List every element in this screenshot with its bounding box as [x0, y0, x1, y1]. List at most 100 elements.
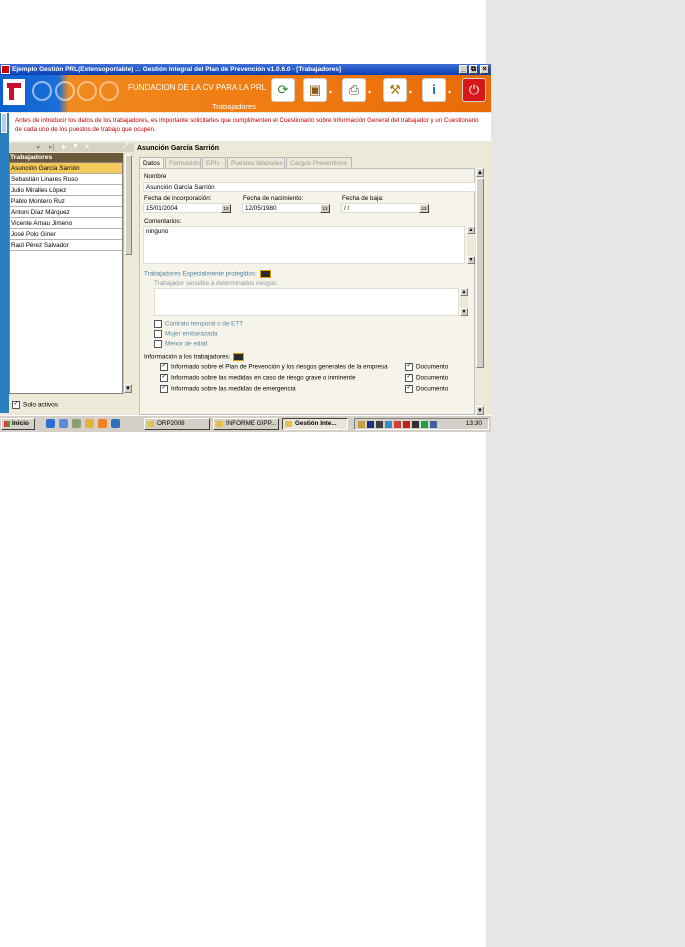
menor-checkbox[interactable]	[154, 340, 162, 348]
briefcase-icon[interactable]: ▣	[303, 78, 327, 102]
decor-circle-icon	[99, 81, 119, 101]
documento-option[interactable]: ✓ Documento	[405, 385, 448, 393]
tab-cargos-preventivos[interactable]: Cargos Preventivos	[286, 157, 352, 168]
info-icon[interactable]: i	[422, 78, 446, 102]
nav-next-icon[interactable]: ▸|	[49, 143, 54, 151]
folder-icon[interactable]	[85, 419, 94, 428]
info-item[interactable]: ✓ Informado sobre las medidas en caso de …	[160, 374, 355, 382]
add-icon[interactable]: +	[61, 142, 66, 152]
restore-button[interactable]: ⧉	[469, 65, 478, 74]
tab-epis[interactable]: EPIs	[202, 157, 226, 168]
minimize-button[interactable]: _	[459, 65, 468, 74]
tab-datos[interactable]: Datos	[139, 157, 164, 168]
comentarios-field[interactable]: ninguno	[143, 226, 465, 264]
documento-checkbox[interactable]: ✓	[405, 385, 413, 393]
tray-app-icon[interactable]	[421, 421, 428, 428]
embarazada-checkbox[interactable]	[154, 330, 162, 338]
open-detail-icon[interactable]	[259, 270, 271, 278]
list-item[interactable]: Pablo Montero Ruz	[10, 196, 122, 207]
expand-icon[interactable]: ⤢	[123, 143, 129, 151]
info-checkbox[interactable]: ✓	[160, 385, 168, 393]
form-scrollbar[interactable]: ▲ ▼	[475, 168, 485, 415]
info-item[interactable]: ✓ Informado sobre el Plan de Prevención y…	[160, 363, 388, 371]
list-item[interactable]: Antoni Díaz Márquez	[10, 207, 122, 218]
scroll-down-icon[interactable]: ▼	[476, 406, 484, 415]
power-icon[interactable]: ⏻	[462, 78, 486, 102]
solo-activos-option[interactable]: ✓ Solo activos	[12, 401, 58, 409]
calendar-icon[interactable]: 13	[221, 204, 231, 213]
sensible-field[interactable]	[154, 288, 459, 316]
scroll-up-icon[interactable]: ▲	[467, 226, 475, 234]
volume-icon[interactable]	[358, 421, 365, 428]
tab-puestos-laborales[interactable]: Puestos laborales	[227, 157, 285, 168]
list-item[interactable]: Vicente Arnau Jimeno	[10, 218, 122, 229]
nav-prev-icon[interactable]: ▸	[37, 143, 41, 151]
app-quicklaunch-icon[interactable]	[111, 419, 120, 428]
scroll-up-icon[interactable]: ▲	[460, 288, 468, 296]
list-scrollbar[interactable]: ▼	[123, 153, 132, 394]
list-item[interactable]: Raúl Pérez Salvador	[10, 240, 122, 251]
fecha-baja-field[interactable]: / /	[341, 203, 429, 213]
refresh-icon[interactable]: ⟳	[271, 78, 295, 102]
media-icon[interactable]	[98, 419, 107, 428]
nombre-field[interactable]: Asunción García Sarrión	[143, 182, 477, 192]
browser-icon[interactable]	[46, 419, 55, 428]
taskbar-button-informe[interactable]: INFORME GIPP...	[213, 418, 279, 430]
documento-option[interactable]: ✓ Documento	[405, 374, 448, 382]
list-item[interactable]: Julio Miralles López	[10, 185, 122, 196]
scrollbar-thumb[interactable]	[476, 178, 484, 368]
solo-activos-checkbox[interactable]: ✓	[12, 401, 20, 409]
open-detail-icon[interactable]	[233, 353, 245, 361]
info-item-label: Informado sobre las medidas de emergenci…	[171, 385, 296, 393]
dropdown-arrow-icon[interactable]: ▾	[368, 89, 371, 96]
documento-option[interactable]: ✓ Documento	[405, 363, 448, 371]
printer-icon[interactable]: ⎙	[342, 78, 366, 102]
info-checkbox[interactable]: ✓	[160, 363, 168, 371]
workers-list: Asunción García Sarrión Sebastián Linare…	[9, 162, 123, 394]
panel-handle[interactable]	[1, 113, 7, 133]
list-item[interactable]: Asunción García Sarrión	[10, 163, 122, 174]
contrato-option[interactable]: Contrato temporal o de ETT	[154, 320, 243, 328]
fecha-incorporacion-field[interactable]: 15/01/2004	[143, 203, 231, 213]
delete-icon[interactable]: ✕	[84, 143, 90, 151]
scroll-down-icon[interactable]: ▼	[460, 308, 468, 316]
scroll-up-icon[interactable]: ▲	[476, 168, 484, 177]
taskbar-button-gestion[interactable]: Gestión Inte...	[282, 418, 348, 430]
tray-app-icon[interactable]	[412, 421, 419, 428]
dropdown-arrow-icon[interactable]: ▾	[329, 89, 332, 96]
comentarios-scrollbar[interactable]: ▲ ▼	[467, 226, 475, 264]
calendar-icon[interactable]: 13	[419, 204, 429, 213]
calendar-icon[interactable]: 13	[320, 204, 330, 213]
info-checkbox[interactable]: ✓	[160, 374, 168, 382]
fecha-nacimiento-field[interactable]: 12/05/1980	[242, 203, 330, 213]
embarazada-option[interactable]: Mujer embarazada	[154, 330, 218, 338]
explorer-icon[interactable]	[72, 419, 81, 428]
tools-icon[interactable]: ⚒	[383, 78, 407, 102]
documento-checkbox[interactable]: ✓	[405, 363, 413, 371]
menor-option[interactable]: Menor de edad	[154, 340, 207, 348]
antivirus-icon[interactable]	[403, 421, 410, 428]
dropdown-arrow-icon[interactable]: ▾	[409, 89, 412, 96]
scrollbar-thumb[interactable]	[125, 155, 132, 255]
scroll-down-icon[interactable]: ▼	[467, 256, 475, 264]
info-item[interactable]: ✓ Informado sobre las medidas de emergenc…	[160, 385, 296, 393]
taskbar-button-orp2008[interactable]: ORP2008	[144, 418, 210, 430]
tray-app-icon[interactable]	[376, 421, 383, 428]
tray-app-icon[interactable]	[385, 421, 392, 428]
tab-formacion[interactable]: Formación	[165, 157, 201, 168]
tray-app-icon[interactable]	[430, 421, 437, 428]
close-button[interactable]: ×	[480, 65, 489, 74]
scroll-down-icon[interactable]: ▼	[124, 384, 132, 393]
list-item[interactable]: Sebastián Linares Ruso	[10, 174, 122, 185]
contrato-checkbox[interactable]	[154, 320, 162, 328]
start-button[interactable]: Inicio	[1, 418, 35, 430]
network-icon[interactable]	[367, 421, 374, 428]
desktop-icon[interactable]	[59, 419, 68, 428]
tray-app-icon[interactable]	[394, 421, 401, 428]
dropdown-arrow-icon[interactable]: ▾	[448, 89, 451, 96]
documento-checkbox[interactable]: ✓	[405, 374, 413, 382]
comentarios-label: Comentarios:	[144, 218, 182, 225]
list-item[interactable]: José Polo Giner	[10, 229, 122, 240]
sensible-scrollbar[interactable]: ▲ ▼	[460, 288, 468, 316]
filter-icon[interactable]: ▼	[72, 143, 79, 150]
